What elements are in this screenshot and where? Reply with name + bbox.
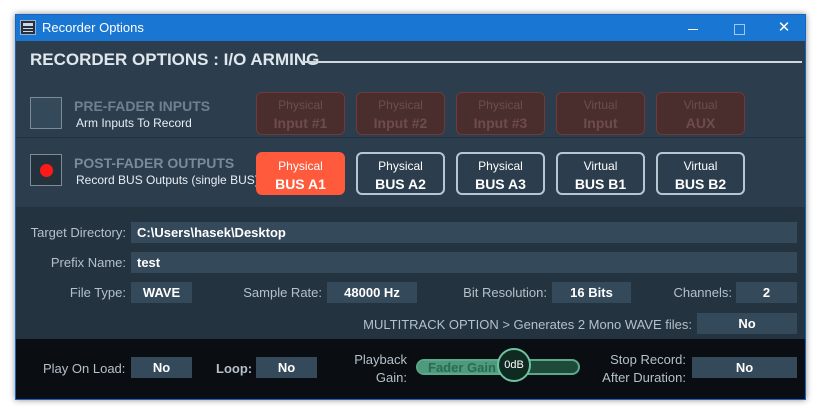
sample-rate-label: Sample Rate: xyxy=(243,285,322,300)
button-name: Input #2 xyxy=(373,115,428,131)
close-button[interactable]: ✕ xyxy=(761,15,805,41)
app-icon xyxy=(20,20,36,35)
prefix-name-field[interactable]: test xyxy=(131,252,797,273)
channels-label: Channels: xyxy=(673,285,732,300)
target-directory-label: Target Directory: xyxy=(30,225,126,240)
button-name: AUX xyxy=(685,115,716,131)
button-name: Input #3 xyxy=(473,115,528,131)
channels-select[interactable]: 2 xyxy=(736,282,797,303)
title-divider xyxy=(302,61,802,63)
button-type: Physical xyxy=(278,159,323,173)
play-on-load-select[interactable]: No xyxy=(131,357,192,378)
bus-a2-button[interactable]: Physical BUS A2 xyxy=(356,152,445,195)
pre-fader-arm-toggle[interactable] xyxy=(30,97,62,129)
bit-resolution-label: Bit Resolution: xyxy=(463,285,547,300)
bus-a1-button[interactable]: Physical BUS A1 xyxy=(256,152,345,195)
bus-b2-button[interactable]: Virtual BUS B2 xyxy=(656,152,745,195)
recorder-options-window: Recorder Options ✕ RECORDER OPTIONS : I/… xyxy=(15,14,806,400)
fader-gain-label: Fader Gain xyxy=(428,360,496,375)
fader-value: 0dB xyxy=(504,359,524,371)
button-name: BUS B1 xyxy=(574,176,627,192)
stop-record-label-1: Stop Record: xyxy=(610,352,686,367)
pre-fader-sublabel: Arm Inputs To Record xyxy=(76,116,192,130)
input-1-button[interactable]: Physical Input #1 xyxy=(256,92,345,135)
maximize-button[interactable] xyxy=(716,15,762,41)
record-armed-icon xyxy=(40,164,53,177)
button-type: Virtual xyxy=(583,159,618,173)
stop-record-label-2: After Duration: xyxy=(602,370,686,385)
post-fader-row: POST-FADER OUTPUTS Record BUS Outputs (s… xyxy=(16,137,805,208)
virtual-input-button[interactable]: Virtual Input xyxy=(556,92,645,135)
button-type: Virtual xyxy=(683,159,718,173)
multitrack-option-label: MULTITRACK OPTION > Generates 2 Mono WAV… xyxy=(363,317,692,332)
bus-a3-button[interactable]: Physical BUS A3 xyxy=(456,152,545,195)
target-directory-field[interactable]: C:\Users\hasek\Desktop xyxy=(131,222,797,243)
button-type: Physical xyxy=(478,159,523,173)
button-name: BUS A1 xyxy=(275,176,326,192)
button-name: BUS A3 xyxy=(475,176,526,192)
post-fader-sublabel: Record BUS Outputs (single BUS) xyxy=(76,173,259,187)
prefix-name-label: Prefix Name: xyxy=(50,255,126,270)
button-type: Physical xyxy=(278,98,323,112)
virtual-aux-button[interactable]: Virtual AUX xyxy=(656,92,745,135)
fader-knob[interactable]: 0dB xyxy=(497,348,531,382)
play-on-load-label: Play On Load: xyxy=(43,361,126,376)
playback-gain-label-1: Playback xyxy=(354,352,407,367)
button-type: Physical xyxy=(478,98,523,112)
button-name: BUS A2 xyxy=(375,176,426,192)
button-name: Input #1 xyxy=(273,115,328,131)
section-title: RECORDER OPTIONS : I/O ARMING xyxy=(30,50,320,69)
minimize-icon xyxy=(688,28,698,30)
window-title: Recorder Options xyxy=(42,20,144,35)
button-type: Physical xyxy=(378,98,423,112)
pre-fader-label: PRE-FADER INPUTS xyxy=(74,98,211,114)
sample-rate-select[interactable]: 48000 Hz xyxy=(327,282,417,303)
title-bar[interactable]: Recorder Options ✕ xyxy=(16,15,805,41)
playback-bar: Play On Load: No Loop: No Playback Gain:… xyxy=(16,339,805,399)
button-name: Input xyxy=(583,115,618,131)
bus-b1-button[interactable]: Virtual BUS B1 xyxy=(556,152,645,195)
file-type-select[interactable]: WAVE xyxy=(131,282,192,303)
button-type: Virtual xyxy=(683,98,718,112)
multitrack-select[interactable]: No xyxy=(697,313,797,334)
button-type: Virtual xyxy=(583,98,618,112)
loop-label: Loop: xyxy=(216,361,253,376)
loop-select[interactable]: No xyxy=(256,357,317,378)
input-2-button[interactable]: Physical Input #2 xyxy=(356,92,445,135)
playback-gain-label-2: Gain: xyxy=(375,370,407,385)
maximize-icon xyxy=(733,23,745,35)
bit-resolution-select[interactable]: 16 Bits xyxy=(552,282,631,303)
input-3-button[interactable]: Physical Input #3 xyxy=(456,92,545,135)
close-icon: ✕ xyxy=(777,19,791,36)
pre-fader-row: PRE-FADER INPUTS Arm Inputs To Record Ph… xyxy=(16,71,805,147)
button-type: Physical xyxy=(378,159,423,173)
file-type-label: File Type: xyxy=(69,285,126,300)
post-fader-label: POST-FADER OUTPUTS xyxy=(74,155,235,171)
button-name: BUS B2 xyxy=(674,176,727,192)
post-fader-arm-toggle[interactable] xyxy=(30,154,62,186)
minimize-button[interactable] xyxy=(670,15,716,41)
settings-panel: Target Directory: C:\Users\hasek\Desktop… xyxy=(16,207,805,339)
stop-record-select[interactable]: No xyxy=(692,357,797,378)
